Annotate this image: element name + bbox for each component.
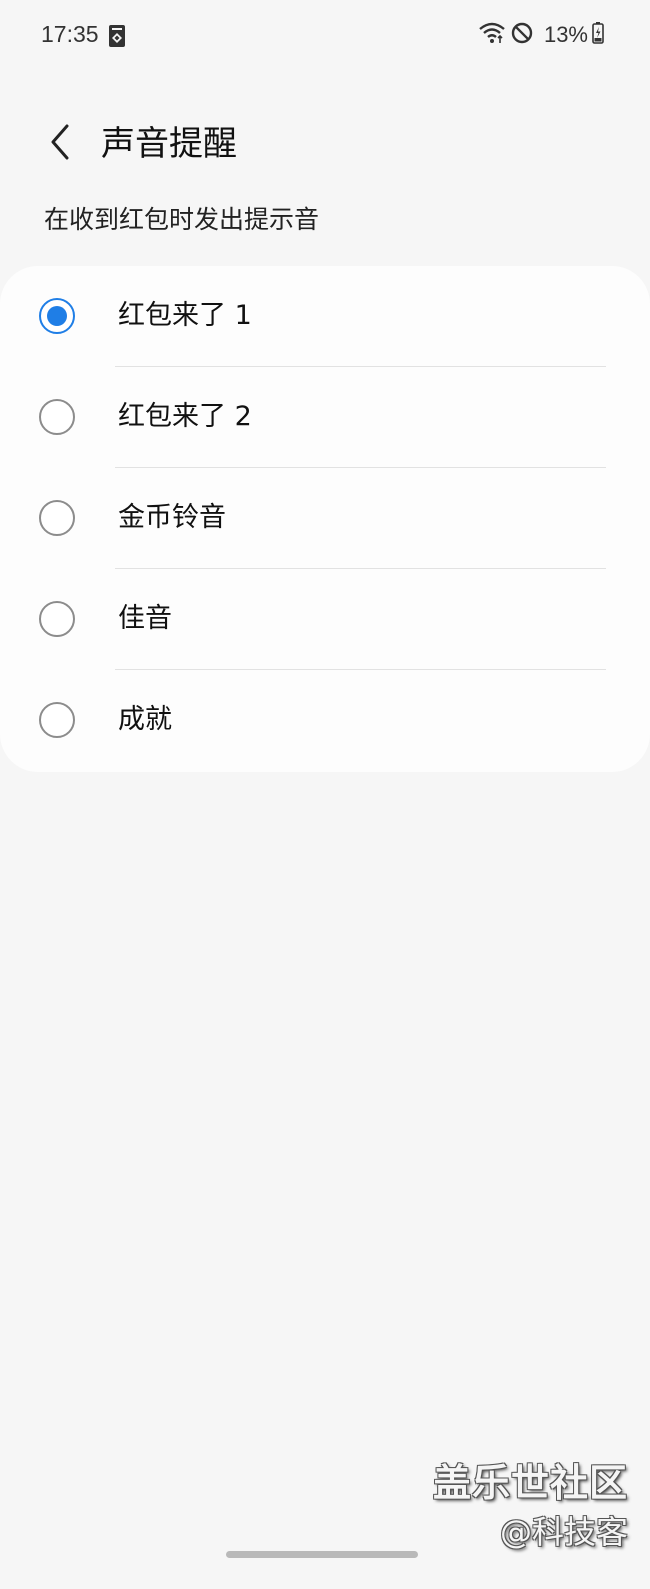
battery-charging-icon: [592, 22, 604, 48]
status-time: 17:35: [41, 21, 99, 47]
sound-options-list: 红包来了 1 红包来了 2 金币铃音 佳音 成就: [0, 266, 650, 772]
back-button[interactable]: [38, 120, 82, 168]
chevron-left-icon: [47, 122, 73, 166]
radio-button[interactable]: [39, 702, 75, 738]
page-title: 声音提醒: [101, 124, 237, 164]
section-description: 在收到红包时发出提示音: [44, 205, 320, 234]
battery-percent: 13%: [543, 22, 588, 47]
status-bar: 17:35 13%: [0, 0, 650, 70]
option-label: 佳音: [118, 603, 172, 634]
option-label: 红包来了 2: [118, 401, 252, 432]
wifi-icon: [478, 21, 506, 49]
do-not-disturb-icon: [510, 21, 534, 49]
status-icons: 13%: [478, 21, 604, 49]
app-notification-icon: [108, 24, 126, 48]
home-indicator[interactable]: [226, 1551, 418, 1558]
option-item[interactable]: 金币铃音: [0, 468, 650, 569]
option-item[interactable]: 成就: [0, 670, 650, 771]
radio-button-selected[interactable]: [39, 298, 75, 334]
option-item[interactable]: 红包来了 2: [0, 367, 650, 468]
option-item[interactable]: 红包来了 1: [0, 266, 650, 367]
option-label: 金币铃音: [118, 502, 226, 533]
app-bar: 声音提醒: [0, 110, 650, 180]
radio-button[interactable]: [39, 399, 75, 435]
watermark-title: 盖乐世社区: [432, 1461, 628, 1505]
option-item[interactable]: 佳音: [0, 569, 650, 670]
option-label: 成就: [118, 704, 172, 735]
watermark-handle: @科技客: [499, 1513, 628, 1551]
option-label: 红包来了 1: [118, 300, 252, 331]
radio-button[interactable]: [39, 601, 75, 637]
radio-button[interactable]: [39, 500, 75, 536]
